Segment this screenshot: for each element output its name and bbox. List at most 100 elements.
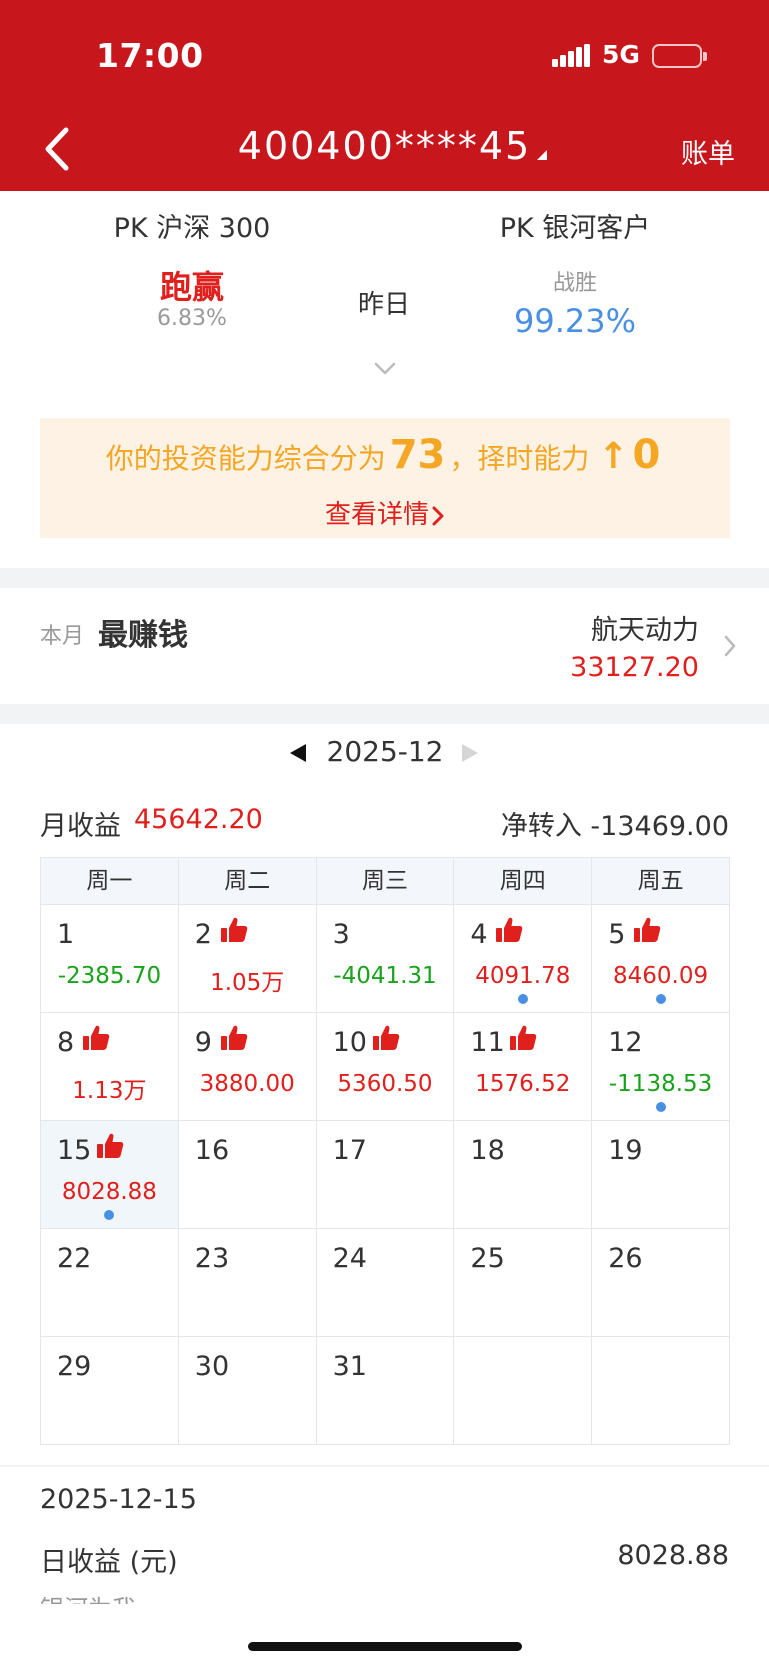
pk-clients-status: 战胜 bbox=[552, 271, 597, 296]
calendar-day-cell[interactable]: 2 1.05万 bbox=[178, 905, 317, 1013]
section-divider bbox=[0, 704, 769, 724]
day-profit: 1.05万 bbox=[210, 970, 285, 996]
day-profit: 1576.52 bbox=[475, 1071, 571, 1097]
calendar-day-cell[interactable]: 22 bbox=[41, 1229, 179, 1337]
calendar-week-row: 1 -2385.70 2 1.05万 3 -4041.31 4 4091.78 5 8460.09 bbox=[41, 905, 730, 1013]
calendar-day-cell[interactable]: 8 1.13万 bbox=[41, 1013, 179, 1121]
thumbs-up-icon bbox=[219, 915, 249, 945]
best-stock-value: 33127.20 bbox=[570, 652, 699, 683]
day-profit: -2385.70 bbox=[57, 963, 162, 989]
thumbs-up-icon bbox=[81, 1023, 111, 1053]
day-number: 29 bbox=[57, 1351, 92, 1382]
net-transfer-in: 净转入 -13469.00 bbox=[500, 811, 729, 842]
battery-icon bbox=[652, 44, 707, 68]
day-number: 24 bbox=[332, 1243, 367, 1274]
day-number: 10 bbox=[332, 1027, 367, 1058]
day-profit: 1.13万 bbox=[72, 1078, 147, 1104]
day-number: 26 bbox=[608, 1243, 643, 1274]
calendar-day-cell[interactable]: 10 5360.50 bbox=[316, 1013, 455, 1121]
dropdown-caret-icon bbox=[537, 150, 548, 160]
best-stock-name: 航天动力 bbox=[591, 615, 699, 646]
day-number: 5 bbox=[608, 919, 626, 950]
day-number: 16 bbox=[194, 1135, 230, 1166]
day-profit: 4091.78 bbox=[475, 963, 571, 989]
weekday-label: 周一 bbox=[41, 858, 179, 905]
trade-dot-marker bbox=[655, 994, 666, 1004]
month-income-value: 45642.20 bbox=[134, 804, 263, 835]
score-value: 73 bbox=[389, 432, 446, 478]
calendar-day-cell[interactable]: 17 bbox=[316, 1121, 455, 1229]
profit-calendar: 周一 周二 周三 周四 周五 1 -2385.70 2 1.05万 3 -4041.31 4… bbox=[40, 857, 730, 1445]
day-number: 18 bbox=[470, 1135, 505, 1166]
bill-button[interactable]: 账单 bbox=[681, 132, 735, 171]
calendar-day-cell[interactable]: 29 bbox=[41, 1337, 179, 1445]
network-type: 5G bbox=[602, 40, 640, 69]
day-number: 15 bbox=[57, 1135, 92, 1166]
calendar-day-cell[interactable]: 1 -2385.70 bbox=[41, 905, 179, 1013]
chevron-down-icon[interactable] bbox=[374, 362, 396, 376]
timing-value: 0 bbox=[632, 432, 661, 478]
thumbs-up-icon bbox=[632, 915, 662, 945]
chevron-right-icon bbox=[432, 506, 444, 525]
calendar-day-cell[interactable]: 15 8028.88 bbox=[41, 1121, 179, 1229]
account-number: 400400****45 bbox=[237, 124, 532, 168]
calendar-day-cell[interactable]: 19 bbox=[592, 1121, 730, 1229]
calendar-day-cell[interactable]: 12 -1138.53 bbox=[592, 1013, 730, 1121]
day-profit: 8028.88 bbox=[61, 1179, 157, 1205]
calendar-day-cell[interactable]: 11 1576.52 bbox=[454, 1013, 593, 1121]
calendar-day-cell bbox=[592, 1337, 730, 1445]
calendar-day-cell[interactable]: 18 bbox=[454, 1121, 593, 1229]
calendar-day-cell[interactable]: 24 bbox=[316, 1229, 455, 1337]
day-number: 23 bbox=[194, 1243, 230, 1274]
day-profit: 3880.00 bbox=[199, 1071, 295, 1097]
calendar-day-cell[interactable]: 31 bbox=[316, 1337, 455, 1445]
pk-clients-percent: 99.23% bbox=[513, 302, 636, 340]
month-income-label: 月收益 bbox=[40, 811, 121, 842]
calendar-day-cell[interactable]: 16 bbox=[178, 1121, 317, 1229]
selected-date: 2025-12-15 bbox=[40, 1484, 197, 1515]
calendar-day-cell[interactable]: 9 3880.00 bbox=[178, 1013, 317, 1121]
pk-clients-title: PK 银河客户 bbox=[499, 213, 651, 244]
calendar-day-cell[interactable]: 26 bbox=[592, 1229, 730, 1337]
truncated-section-title: 银河为我 bbox=[40, 1594, 136, 1604]
weekday-label: 周四 bbox=[454, 858, 593, 905]
account-selector[interactable]: 400400****45 bbox=[0, 124, 769, 168]
best-month-label: 本月 bbox=[40, 624, 85, 649]
day-number: 9 bbox=[194, 1027, 212, 1058]
view-detail-label: 查看详情 bbox=[324, 500, 429, 530]
day-profit: 5360.50 bbox=[337, 1071, 433, 1097]
day-number: 12 bbox=[608, 1027, 643, 1058]
calendar-day-cell[interactable]: 23 bbox=[178, 1229, 317, 1337]
day-profit: -1138.53 bbox=[608, 1071, 713, 1097]
day-number: 2 bbox=[194, 919, 212, 950]
day-number: 31 bbox=[332, 1351, 367, 1382]
next-month-icon[interactable] bbox=[460, 742, 480, 764]
pk-index-status: 跑赢 bbox=[159, 268, 224, 306]
best-title: 最赚钱 bbox=[98, 618, 188, 653]
day-number: 25 bbox=[470, 1243, 505, 1274]
prev-month-icon[interactable] bbox=[288, 742, 308, 764]
home-indicator[interactable] bbox=[248, 1642, 522, 1651]
section-divider bbox=[0, 568, 769, 588]
thumbs-up-icon bbox=[371, 1023, 401, 1053]
score-prefix: 你的投资能力综合分为 bbox=[105, 442, 386, 475]
calendar-day-cell[interactable]: 5 8460.09 bbox=[592, 905, 730, 1013]
calendar-day-cell[interactable]: 25 bbox=[454, 1229, 593, 1337]
day-number: 1 bbox=[57, 919, 75, 950]
day-number: 8 bbox=[57, 1027, 75, 1058]
calendar-week-row: 8 1.13万 9 3880.00 10 5360.50 11 1576.52 12 -1138.… bbox=[41, 1013, 730, 1121]
score-banner[interactable]: 你的投资能力综合分为 73 ，择时能力 ↑ 0 查看详情 bbox=[40, 418, 730, 538]
calendar-body: 1 -2385.70 2 1.05万 3 -4041.31 4 4091.78 5 8460.09… bbox=[41, 905, 730, 1445]
chevron-right-icon bbox=[724, 635, 736, 657]
view-detail-link[interactable]: 查看详情 bbox=[40, 494, 730, 531]
app-header: 17:00 5G 400400****45 账单 bbox=[0, 0, 769, 191]
calendar-week-row: 29 30 31 bbox=[41, 1337, 730, 1445]
day-number: 17 bbox=[332, 1135, 367, 1166]
calendar-day-cell[interactable]: 30 bbox=[178, 1337, 317, 1445]
calendar-day-cell[interactable]: 3 -4041.31 bbox=[316, 905, 455, 1013]
pk-index-title: PK 沪深 300 bbox=[113, 213, 271, 244]
calendar-day-cell[interactable]: 4 4091.78 bbox=[454, 905, 593, 1013]
weekday-label: 周五 bbox=[592, 858, 730, 905]
trade-dot-marker bbox=[517, 994, 528, 1004]
day-number: 22 bbox=[57, 1243, 92, 1274]
